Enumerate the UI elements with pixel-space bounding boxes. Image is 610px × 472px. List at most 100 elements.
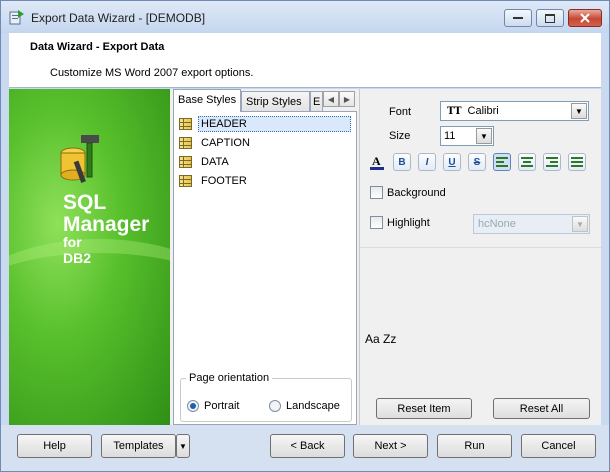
highlight-combobox[interactable]: hcNone ▼ xyxy=(473,214,590,234)
product-splash: SQL Manager for DB2 xyxy=(9,89,170,425)
style-label: FOOTER xyxy=(201,174,247,187)
align-right-button[interactable] xyxy=(543,153,561,171)
preview-text: Aa Zz xyxy=(365,332,397,346)
truetype-font-icon: TT xyxy=(447,105,462,117)
tab-base-styles[interactable]: Base Styles xyxy=(173,89,241,112)
background-checkbox[interactable]: Background xyxy=(370,186,446,199)
tab-scroll-left-icon[interactable]: ◀ xyxy=(323,91,339,107)
highlight-label: Highlight xyxy=(387,216,430,229)
export-app-icon xyxy=(9,10,24,25)
font-combobox[interactable]: TT Calibri ▼ xyxy=(440,101,589,121)
window-title: Export Data Wizard - [DEMODB] xyxy=(31,11,206,25)
italic-icon: I xyxy=(425,156,429,168)
tab-scroll: ◀ ▶ xyxy=(323,91,356,108)
styles-list[interactable]: HEADER CAPTION DATA FOOTER xyxy=(176,114,354,375)
page-orientation-legend: Page orientation xyxy=(186,372,273,384)
radio-unselected-icon xyxy=(269,400,281,412)
bold-button[interactable]: B xyxy=(393,153,411,171)
back-button[interactable]: < Back xyxy=(270,434,345,458)
tab-e[interactable]: E xyxy=(310,91,323,111)
landscape-radio[interactable]: Landscape xyxy=(269,400,340,412)
align-justify-icon xyxy=(571,157,583,167)
align-right-icon xyxy=(546,157,558,167)
highlight-value: hcNone xyxy=(478,218,516,230)
help-button[interactable]: Help xyxy=(17,434,92,458)
style-label: CAPTION xyxy=(201,136,250,149)
style-item-header[interactable]: HEADER xyxy=(176,114,354,133)
splash-title-line4: DB2 xyxy=(63,250,92,266)
title-bar: Export Data Wizard - [DEMODB] xyxy=(1,1,609,33)
chevron-down-icon: ▼ xyxy=(571,103,587,119)
background-label: Background xyxy=(387,186,446,199)
size-combobox[interactable]: 11 ▼ xyxy=(440,126,494,146)
radio-selected-icon xyxy=(187,400,199,412)
styles-tabs: Base Styles Strip Styles E ◀ ▶ HEADER CA… xyxy=(173,89,357,425)
size-label: Size xyxy=(389,130,411,142)
table-style-icon xyxy=(179,117,192,130)
chevron-down-icon: ▼ xyxy=(476,128,492,144)
cancel-button[interactable]: Cancel xyxy=(521,434,596,458)
align-left-button[interactable] xyxy=(493,153,511,171)
minimize-icon xyxy=(513,17,523,19)
maximize-icon xyxy=(545,13,555,23)
close-icon xyxy=(580,13,590,23)
highlight-checkbox[interactable]: Highlight xyxy=(370,216,430,229)
font-value: Calibri xyxy=(467,105,499,117)
next-button[interactable]: Next > xyxy=(353,434,428,458)
minimize-button[interactable] xyxy=(504,9,532,27)
checkbox-unchecked-icon xyxy=(370,216,383,229)
table-style-icon xyxy=(179,174,192,187)
landscape-label: Landscape xyxy=(286,400,340,412)
formatting-toolbar: A B I U S xyxy=(368,153,594,175)
tab-scroll-right-icon[interactable]: ▶ xyxy=(339,91,355,107)
font-color-icon: A xyxy=(370,154,384,170)
wizard-step-title: Data Wizard - Export Data xyxy=(30,41,165,53)
strikethrough-button[interactable]: S xyxy=(468,153,486,171)
format-panel: Font TT Calibri ▼ Size 11 ▼ A B I U S Ba… xyxy=(359,89,601,425)
wizard-step-subtitle: Customize MS Word 2007 export options. xyxy=(50,67,254,79)
style-label: DATA xyxy=(201,155,229,168)
reset-item-button[interactable]: Reset Item xyxy=(376,398,472,419)
wizard-footer: Help Templates ▼ < Back Next > Run Cance… xyxy=(1,425,609,471)
style-item-data[interactable]: DATA xyxy=(176,152,354,171)
run-button[interactable]: Run xyxy=(437,434,512,458)
maximize-button[interactable] xyxy=(536,9,564,27)
style-label: HEADER xyxy=(198,115,351,132)
splash-title-line2: Manager xyxy=(63,213,150,236)
templates-dropdown-button[interactable]: ▼ xyxy=(176,434,190,458)
tab-strip-styles[interactable]: Strip Styles xyxy=(241,91,310,111)
portrait-label: Portrait xyxy=(204,400,240,412)
page-orientation-group: Page orientation Portrait Landscape xyxy=(180,372,352,422)
splash-title-line1: SQL xyxy=(63,191,107,214)
align-left-icon xyxy=(496,157,508,167)
chevron-down-icon: ▼ xyxy=(179,441,187,451)
size-value: 11 xyxy=(444,130,456,142)
checkbox-unchecked-icon xyxy=(370,186,383,199)
underline-button[interactable]: U xyxy=(443,153,461,171)
align-justify-button[interactable] xyxy=(568,153,586,171)
templates-button[interactable]: Templates xyxy=(101,434,176,458)
align-center-button[interactable] xyxy=(518,153,536,171)
style-item-caption[interactable]: CAPTION xyxy=(176,133,354,152)
table-style-icon xyxy=(179,155,192,168)
svg-text:A: A xyxy=(372,154,381,168)
base-styles-panel: HEADER CAPTION DATA FOOTER Page orientat… xyxy=(173,111,357,425)
font-label: Font xyxy=(389,106,412,118)
italic-button[interactable]: I xyxy=(418,153,436,171)
chevron-down-icon: ▼ xyxy=(572,216,588,232)
database-tools-icon xyxy=(60,135,99,183)
underline-icon: U xyxy=(448,156,456,168)
style-preview: Aa Zz xyxy=(360,247,601,389)
style-item-footer[interactable]: FOOTER xyxy=(176,171,354,190)
wizard-header: Data Wizard - Export Data Customize MS W… xyxy=(9,33,601,88)
strikethrough-icon: S xyxy=(473,156,481,168)
splash-title-line3: for xyxy=(63,234,82,250)
portrait-radio[interactable]: Portrait xyxy=(187,400,239,412)
reset-all-button[interactable]: Reset All xyxy=(493,398,590,419)
wizard-content: SQL Manager for DB2 Base Styles Strip St… xyxy=(9,89,601,425)
export-wizard-window: Export Data Wizard - [DEMODB] Data Wizar… xyxy=(0,0,610,472)
font-color-button[interactable]: A xyxy=(368,153,386,171)
close-button[interactable] xyxy=(568,9,602,27)
bold-icon: B xyxy=(398,156,406,168)
align-center-icon xyxy=(521,157,533,167)
